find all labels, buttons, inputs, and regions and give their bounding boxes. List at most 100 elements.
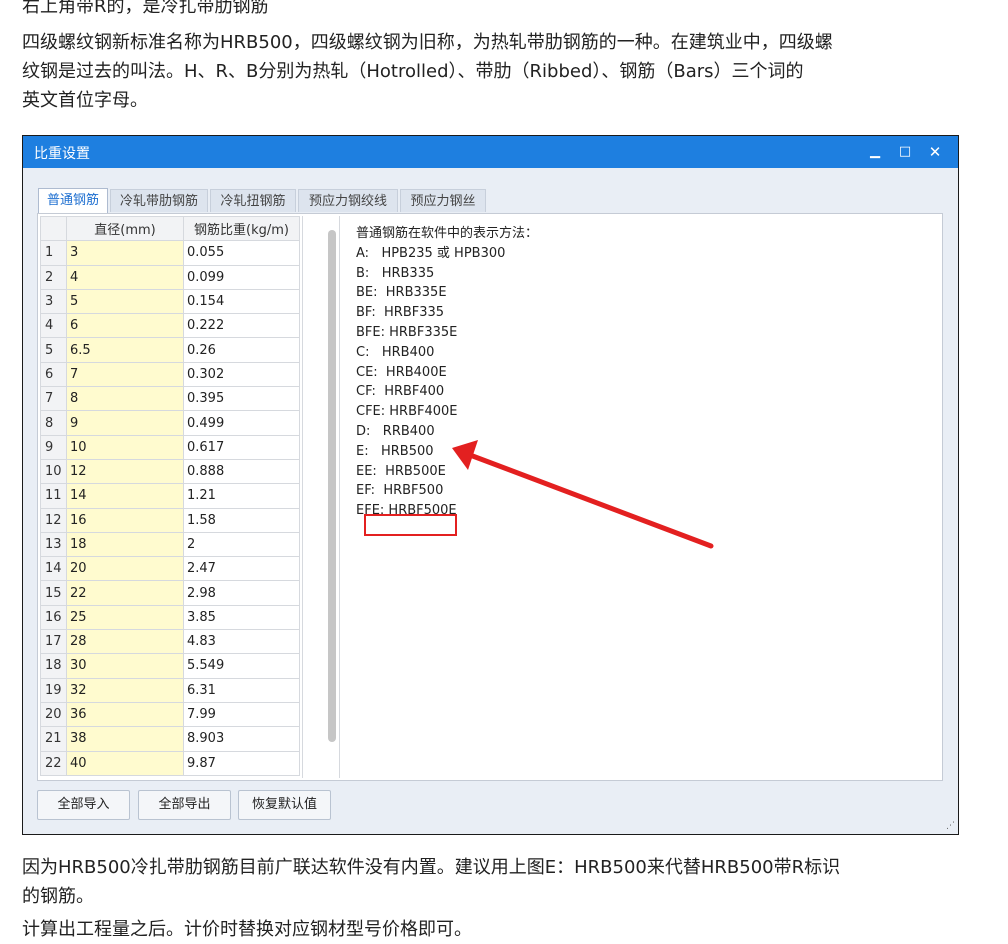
tab-prestressed-strand[interactable]: 预应力钢绞线 [298, 189, 398, 212]
table-row[interactable]: 12 16 1.58 [40, 507, 300, 533]
diameter-cell[interactable]: 14 [66, 483, 184, 509]
column-header-weight[interactable]: 钢筋比重(kg/m) [183, 216, 300, 242]
weight-cell[interactable]: 1.58 [183, 507, 300, 533]
red-highlight-box [364, 514, 457, 536]
diameter-cell[interactable]: 5 [66, 288, 184, 315]
table-scrollbar[interactable] [302, 216, 340, 778]
weight-cell[interactable]: 0.888 [183, 458, 300, 485]
row-number: 12 [40, 507, 67, 533]
diameter-cell[interactable]: 18 [66, 531, 184, 558]
table-header-row: 直径(mm) 钢筋比重(kg/m) [40, 216, 300, 242]
dialog-title: 比重设置 [34, 146, 90, 162]
table-row[interactable]: 21 38 8.903 [40, 726, 300, 752]
weight-cell[interactable]: 0.099 [183, 264, 300, 290]
diameter-cell[interactable]: 9 [66, 410, 184, 436]
weight-cell[interactable]: 0.302 [183, 361, 300, 388]
weight-cell[interactable]: 0.617 [183, 434, 300, 460]
weight-cell[interactable]: 7.99 [183, 701, 300, 728]
table-row[interactable]: 8 9 0.499 [40, 410, 300, 436]
table-row[interactable]: 10 12 0.888 [40, 458, 300, 485]
table-row[interactable]: 20 36 7.99 [40, 701, 300, 728]
table-row[interactable]: 13 18 2 [40, 531, 300, 558]
minimize-icon[interactable]: ▁ [862, 140, 888, 164]
weight-table: 直径(mm) 钢筋比重(kg/m) 1 3 0.055 2 4 0.099 3 5 0.154 4… [40, 216, 300, 778]
table-row[interactable]: 16 25 3.85 [40, 604, 300, 631]
table-row[interactable]: 2 4 0.099 [40, 264, 300, 290]
diameter-cell[interactable]: 10 [66, 434, 184, 460]
diameter-cell[interactable]: 20 [66, 556, 184, 582]
diameter-cell[interactable]: 32 [66, 677, 184, 703]
table-row[interactable]: 14 20 2.47 [40, 556, 300, 582]
diameter-cell[interactable]: 30 [66, 653, 184, 679]
notation-line: CE: HRB400E [356, 364, 447, 380]
row-number: 19 [40, 677, 67, 703]
weight-cell[interactable]: 4.83 [183, 629, 300, 655]
table-row[interactable]: 1 3 0.055 [40, 240, 300, 266]
diameter-cell[interactable]: 3 [66, 240, 184, 266]
weight-cell[interactable]: 9.87 [183, 750, 300, 776]
weight-cell[interactable]: 6.31 [183, 677, 300, 703]
maximize-icon[interactable]: □ [892, 140, 918, 164]
weight-cell[interactable]: 2 [183, 531, 300, 558]
diameter-cell[interactable]: 12 [66, 458, 184, 485]
notation-line: A: HPB235 或 HPB300 [356, 245, 506, 261]
article-paragraph-7: 计算出工程量之后。计价时替换对应钢材型号价格即可。 [22, 919, 472, 940]
diameter-cell[interactable]: 4 [66, 264, 184, 290]
diameter-cell[interactable]: 6 [66, 313, 184, 339]
diameter-cell[interactable]: 38 [66, 726, 184, 752]
row-number: 6 [40, 361, 67, 388]
diameter-cell[interactable]: 16 [66, 507, 184, 533]
resize-grip-icon[interactable]: ⋰ [946, 821, 955, 831]
table-row[interactable]: 11 14 1.21 [40, 483, 300, 509]
weight-cell[interactable]: 0.499 [183, 410, 300, 436]
tab-cold-rolled-ribbed-rebar[interactable]: 冷轧带肋钢筋 [110, 189, 208, 212]
table-row[interactable]: 3 5 0.154 [40, 288, 300, 315]
weight-cell[interactable]: 2.98 [183, 580, 300, 606]
table-row[interactable]: 19 32 6.31 [40, 677, 300, 703]
table-row[interactable]: 5 6.5 0.26 [40, 337, 300, 363]
table-row[interactable]: 22 40 9.87 [40, 750, 300, 776]
notation-line: D: RRB400 [356, 423, 435, 439]
row-number: 8 [40, 410, 67, 436]
diameter-cell[interactable]: 28 [66, 629, 184, 655]
weight-cell[interactable]: 2.47 [183, 556, 300, 582]
weight-cell[interactable]: 0.222 [183, 313, 300, 339]
restore-default-button[interactable]: 恢复默认值 [238, 790, 331, 820]
row-number: 13 [40, 531, 67, 558]
scrollbar-thumb[interactable] [328, 230, 336, 742]
tab-ordinary-rebar[interactable]: 普通钢筋 [38, 188, 108, 213]
weight-cell[interactable]: 3.85 [183, 604, 300, 631]
weight-cell[interactable]: 0.055 [183, 240, 300, 266]
diameter-cell[interactable]: 7 [66, 361, 184, 388]
weight-cell[interactable]: 8.903 [183, 726, 300, 752]
notation-line: CF: HRBF400 [356, 384, 445, 400]
diameter-cell[interactable]: 40 [66, 750, 184, 776]
table-row[interactable]: 6 7 0.302 [40, 361, 300, 388]
diameter-cell[interactable]: 6.5 [66, 337, 184, 363]
diameter-cell[interactable]: 25 [66, 604, 184, 631]
article-paragraph-1: 右上角带R的，是冷扎带肋钢筋 [22, 0, 269, 17]
diameter-cell[interactable]: 36 [66, 701, 184, 728]
weight-cell[interactable]: 0.154 [183, 288, 300, 315]
close-icon[interactable]: ✕ [922, 140, 948, 164]
table-row[interactable]: 9 10 0.617 [40, 434, 300, 460]
table-row[interactable]: 17 28 4.83 [40, 629, 300, 655]
tab-prestressed-wire[interactable]: 预应力钢丝 [400, 189, 486, 212]
weight-cell[interactable]: 0.26 [183, 337, 300, 363]
table-row[interactable]: 18 30 5.549 [40, 653, 300, 679]
export-all-button[interactable]: 全部导出 [138, 790, 231, 820]
diameter-cell[interactable]: 8 [66, 386, 184, 412]
notation-line: EF: HRBF500 [356, 483, 444, 499]
import-all-button[interactable]: 全部导入 [37, 790, 130, 820]
table-row[interactable]: 7 8 0.395 [40, 386, 300, 412]
tab-cold-rolled-twisted-rebar[interactable]: 冷轧扭钢筋 [210, 189, 296, 212]
diameter-cell[interactable]: 22 [66, 580, 184, 606]
row-number: 14 [40, 556, 67, 582]
weight-cell[interactable]: 5.549 [183, 653, 300, 679]
table-row[interactable]: 15 22 2.98 [40, 580, 300, 606]
table-row[interactable]: 4 6 0.222 [40, 313, 300, 339]
notation-line: EE: HRB500E [356, 463, 446, 479]
weight-cell[interactable]: 0.395 [183, 386, 300, 412]
weight-cell[interactable]: 1.21 [183, 483, 300, 509]
column-header-diameter[interactable]: 直径(mm) [66, 216, 184, 242]
